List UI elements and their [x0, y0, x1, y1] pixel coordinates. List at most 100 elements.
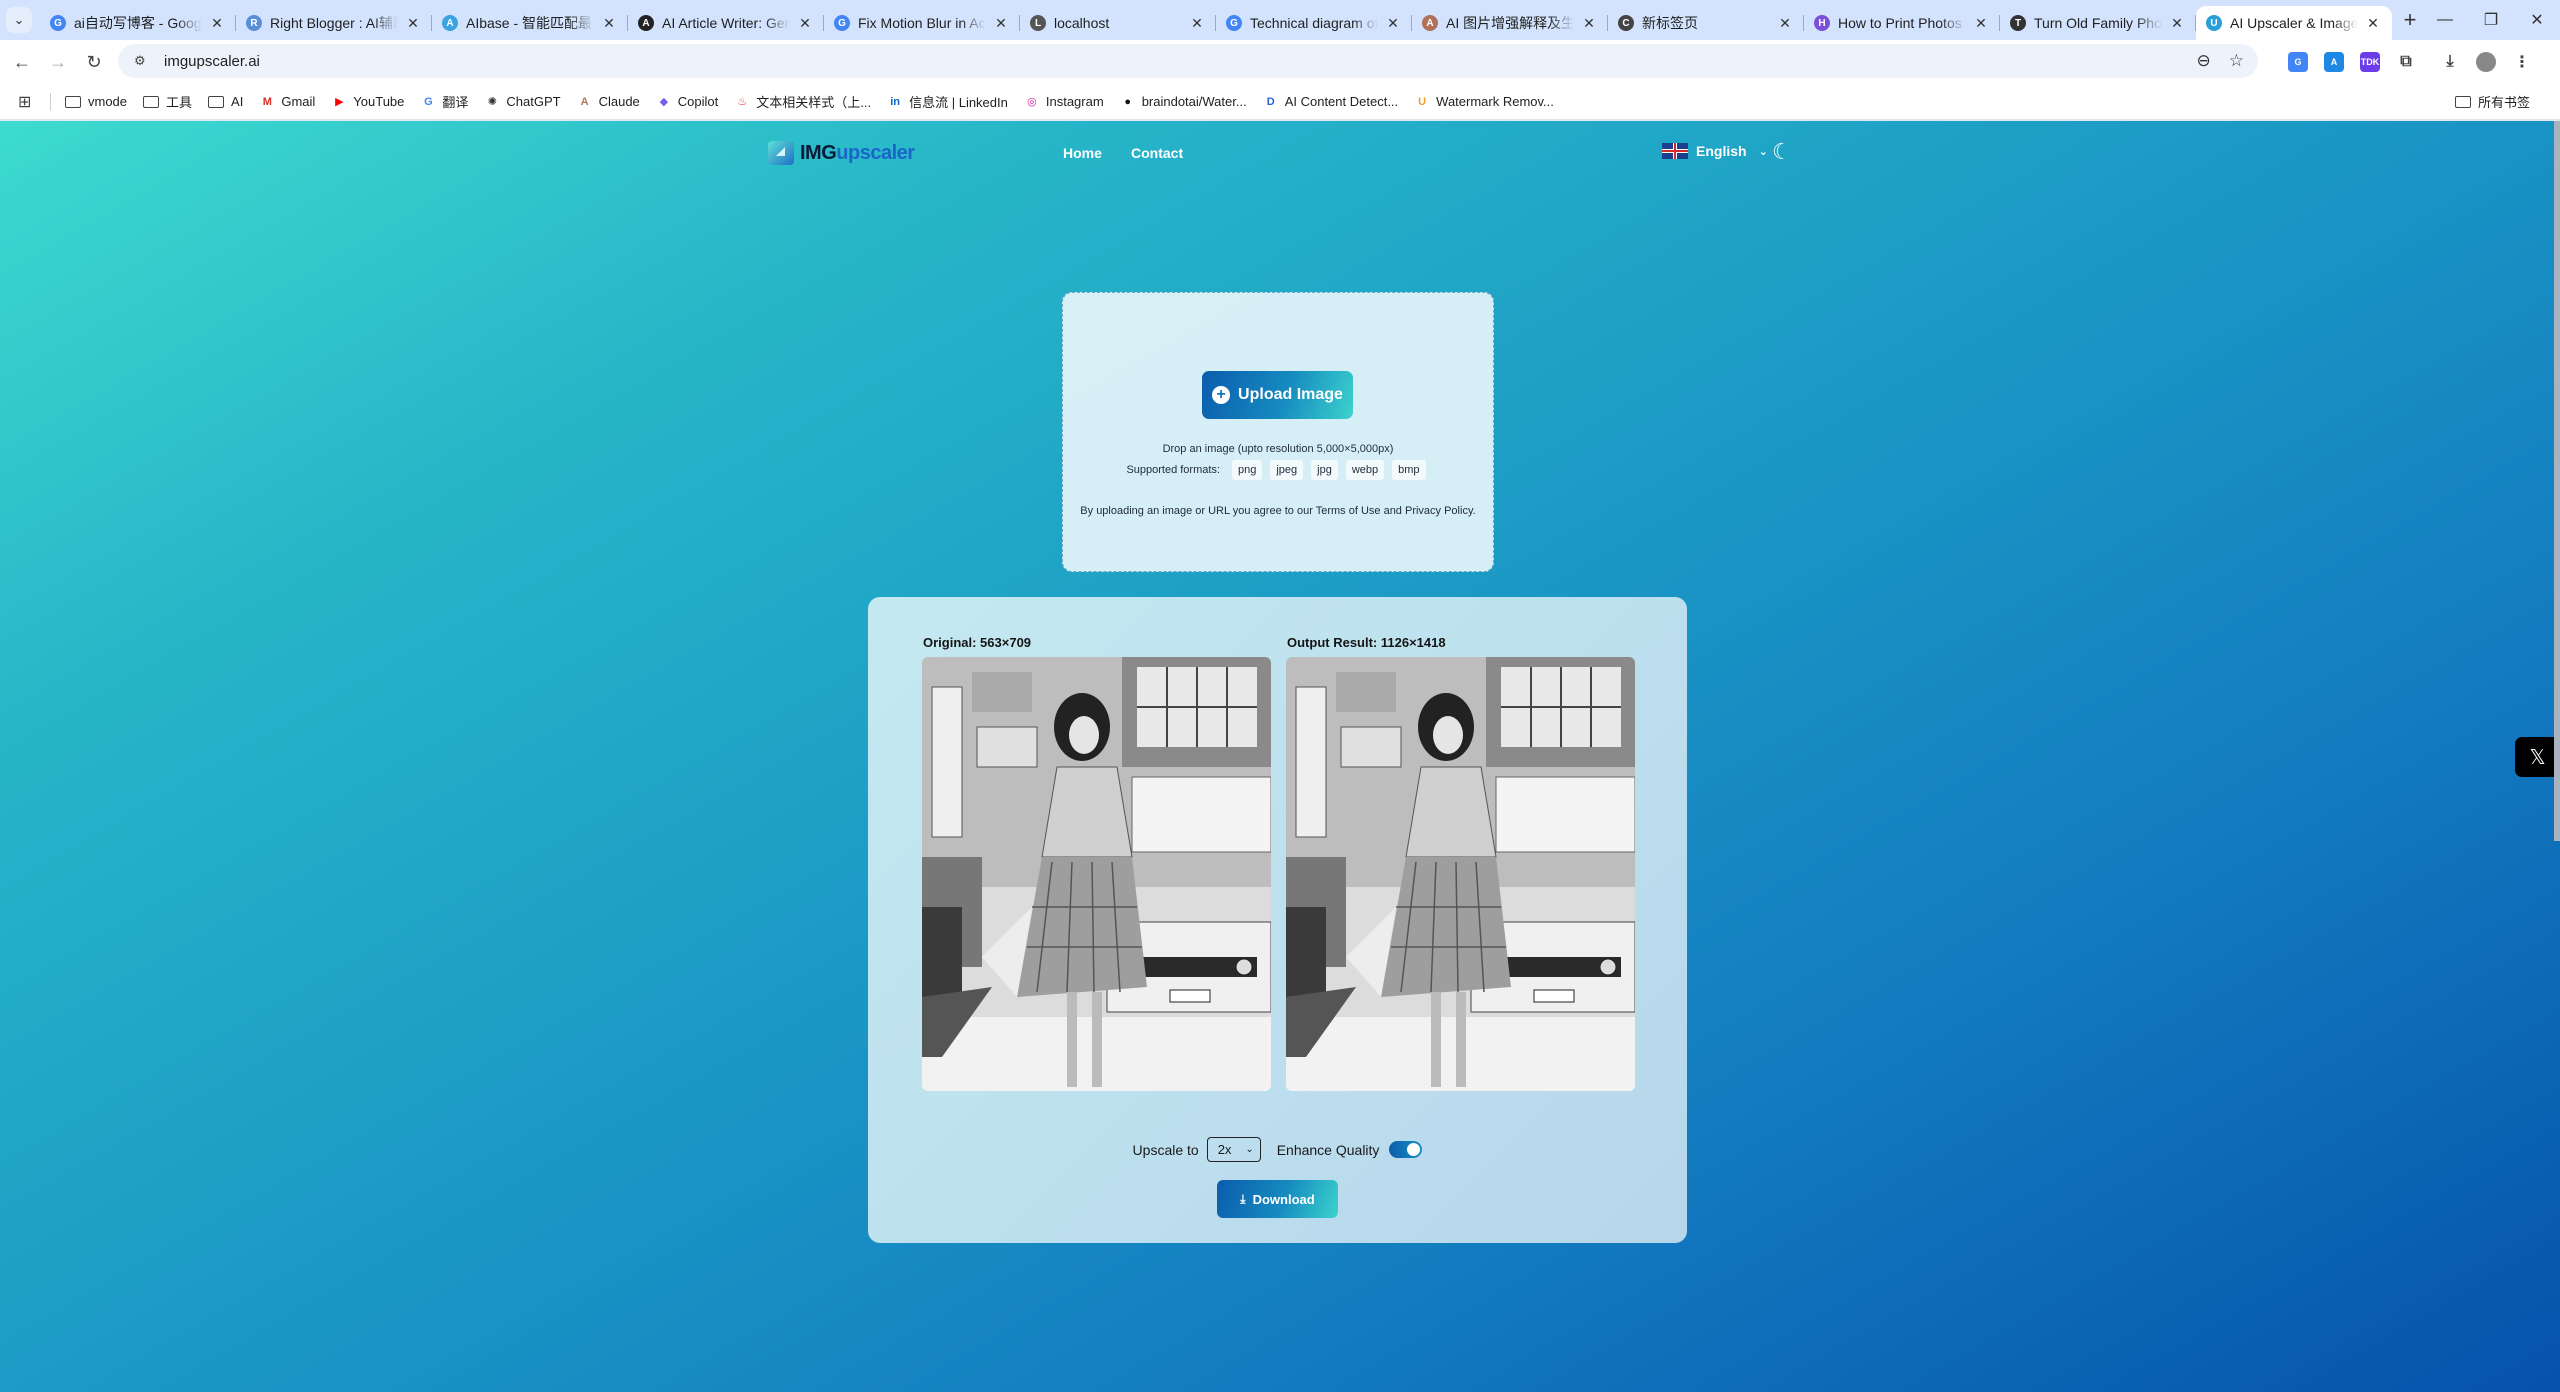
tab-favicon-icon: G [834, 15, 850, 31]
upload-dropzone[interactable]: + Upload Image Drop an image (upto resol… [1062, 292, 1494, 572]
tab-favicon-icon: H [1814, 15, 1830, 31]
bookmark-label: vmode [88, 94, 128, 109]
tdk-extension-icon[interactable]: TDK [2360, 52, 2380, 72]
folder-icon [2454, 95, 2471, 108]
nav-contact-link[interactable]: Contact [1131, 145, 1183, 161]
tab-close-icon[interactable]: ✕ [1972, 15, 1990, 32]
extensions-puzzle-icon[interactable]: ⧉ [2396, 52, 2416, 72]
url-text[interactable]: imgupscaler.ai [164, 53, 260, 70]
tab-title: Turn Old Family Phot [2034, 15, 2162, 31]
apps-grid-icon[interactable]: ⊞ [18, 92, 36, 112]
page-scrollbar[interactable] [2554, 121, 2560, 841]
download-icon[interactable]: ⤓ [2440, 52, 2460, 72]
browser-tab[interactable]: R Right Blogger : AI辅助 ✕ [236, 6, 432, 40]
chevron-down-icon: ⌄ [1245, 1144, 1254, 1155]
dark-mode-moon-icon[interactable]: ☾ [1772, 139, 1792, 165]
bookmark-favicon-icon: ◆ [659, 96, 669, 108]
tab-close-icon[interactable]: ✕ [1188, 15, 1206, 32]
bookmark-label: 信息流 | LinkedIn [909, 95, 1008, 110]
translate-extension-icon[interactable]: G [2288, 52, 2308, 72]
nav-home-link[interactable]: Home [1063, 145, 1102, 161]
tab-favicon-icon: A [442, 15, 458, 31]
tab-favicon-icon: L [1030, 15, 1046, 31]
download-button[interactable]: ⤓ Download [1217, 1180, 1338, 1218]
language-selector[interactable]: English ⌄ [1662, 143, 1768, 159]
upload-image-button[interactable]: + Upload Image [1202, 371, 1353, 419]
upscale-label: Upscale to [1132, 1141, 1199, 1158]
forward-button[interactable]: → [40, 44, 76, 80]
bookmark-label: Claude [598, 94, 640, 109]
upscale-value: 2x [1217, 1142, 1232, 1157]
bookmark-item[interactable]: D AI Content Detect... [1263, 94, 1398, 109]
bookmarks-divider [50, 92, 51, 111]
bookmark-label: braindotai/Water... [1141, 94, 1247, 109]
bookmark-item[interactable]: vmode [65, 94, 127, 109]
browser-tab[interactable]: Llocalhost ✕ [1020, 6, 1216, 40]
tab-close-icon[interactable]: ✕ [2168, 15, 2186, 32]
bookmark-item[interactable]: ♨ 文本相关样式（上... [734, 92, 871, 111]
bookmark-item[interactable]: ● braindotai/Water... [1120, 94, 1247, 109]
menu-kebab-icon[interactable]: ⋮ [2512, 52, 2532, 72]
bookmark-item[interactable]: A Claude [577, 94, 640, 109]
a-extension-icon[interactable]: A [2324, 52, 2344, 72]
close-window-button[interactable]: ✕ [2514, 0, 2560, 40]
bookmark-star-icon[interactable]: ☆ [2229, 51, 2244, 71]
browser-tab[interactable]: A AIbase - 智能匹配最适 ✕ [432, 6, 628, 40]
new-tab-button[interactable]: + [2396, 7, 2424, 33]
bookmark-item[interactable]: ▶ YouTube [331, 94, 404, 109]
profile-avatar[interactable] [2476, 52, 2496, 72]
result-panel: Original: 563×709 Output Result: 1126×14… [868, 597, 1687, 1243]
tab-active[interactable]: U AI Upscaler & Image ✕ [2196, 6, 2392, 40]
tab-strip: ⌄ Gai自动写博客 - Google ✕ R Right Blogger : AI辅… [0, 0, 2560, 40]
bookmark-item[interactable]: M Gmail [259, 94, 316, 109]
tab-close-icon[interactable]: ✕ [796, 15, 814, 32]
browser-tab[interactable]: C 新标签页 ✕ [1608, 6, 1804, 40]
minimize-button[interactable]: — [2422, 0, 2468, 40]
reload-button[interactable]: ↻ [76, 44, 112, 80]
tab-close-icon[interactable]: ✕ [2364, 15, 2382, 32]
bookmark-item[interactable]: G 翻译 [420, 92, 468, 111]
enhance-quality-label: Enhance Quality [1276, 1141, 1380, 1158]
bookmarks-bar: ⊞ vmode 工具 AI M Gmail ▶ YouTube G 翻译 ✺ ChatGPT A Cla… [0, 84, 2560, 120]
browser-tab[interactable]: Gai自动写博客 - Google ✕ [40, 6, 236, 40]
tab-close-icon[interactable]: ✕ [208, 15, 226, 32]
browser-tab[interactable]: A AI Article Writer: Gen ✕ [628, 6, 824, 40]
back-button[interactable]: ← [4, 44, 40, 80]
tab-title: ai自动写博客 - Google [74, 15, 202, 31]
format-badge: jpeg [1270, 460, 1304, 480]
restore-button[interactable]: ❐ [2468, 0, 2514, 40]
tab-close-icon[interactable]: ✕ [992, 15, 1010, 32]
browser-tab[interactable]: T Turn Old Family Phot ✕ [2000, 6, 2196, 40]
zoom-icon[interactable]: ⊖ [2197, 51, 2211, 71]
bookmark-label: 翻译 [442, 95, 469, 110]
bookmark-label: Watermark Remov... [1436, 94, 1554, 109]
tab-close-icon[interactable]: ✕ [1776, 15, 1794, 32]
address-bar[interactable]: ⚙ imgupscaler.ai ⊖ ☆ [118, 44, 2258, 78]
browser-tab[interactable]: A AI 图片增强解释及生成 ✕ [1412, 6, 1608, 40]
logo-text-prefix: IMG [800, 141, 837, 164]
tab-close-icon[interactable]: ✕ [1384, 15, 1402, 32]
bookmark-item[interactable]: in 信息流 | LinkedIn [887, 92, 1008, 111]
bookmark-label: 工具 [166, 95, 193, 110]
tab-search-button[interactable]: ⌄ [6, 7, 32, 33]
bookmark-item[interactable]: ◆ Copilot [656, 94, 719, 109]
enhance-quality-toggle[interactable] [1389, 1141, 1423, 1158]
browser-tab[interactable]: G Technical diagram of ✕ [1216, 6, 1412, 40]
tab-close-icon[interactable]: ✕ [404, 15, 422, 32]
upscale-select[interactable]: 2x ⌄ [1206, 1137, 1261, 1162]
site-logo[interactable]: IMG upscaler [768, 141, 915, 165]
bookmark-item[interactable]: AI [208, 94, 243, 109]
tab-title: AI Article Writer: Gen [662, 15, 790, 31]
original-image [922, 657, 1271, 1091]
browser-tab[interactable]: G Fix Motion Blur in Ac ✕ [824, 6, 1020, 40]
bookmark-item[interactable]: 工具 [143, 92, 192, 111]
all-bookmarks-folder[interactable]: 所有书签 [2454, 92, 2530, 111]
bookmark-item[interactable]: ✺ ChatGPT [484, 94, 561, 109]
bookmark-item[interactable]: U Watermark Remov... [1414, 94, 1554, 109]
tab-close-icon[interactable]: ✕ [600, 15, 618, 32]
tab-close-icon[interactable]: ✕ [1580, 15, 1598, 32]
format-badge: webp [1345, 460, 1385, 480]
browser-tab[interactable]: H How to Print Photos ✕ [1804, 6, 2000, 40]
site-info-icon[interactable]: ⚙ [134, 53, 152, 69]
bookmark-item[interactable]: ◎ Instagram [1024, 94, 1104, 109]
